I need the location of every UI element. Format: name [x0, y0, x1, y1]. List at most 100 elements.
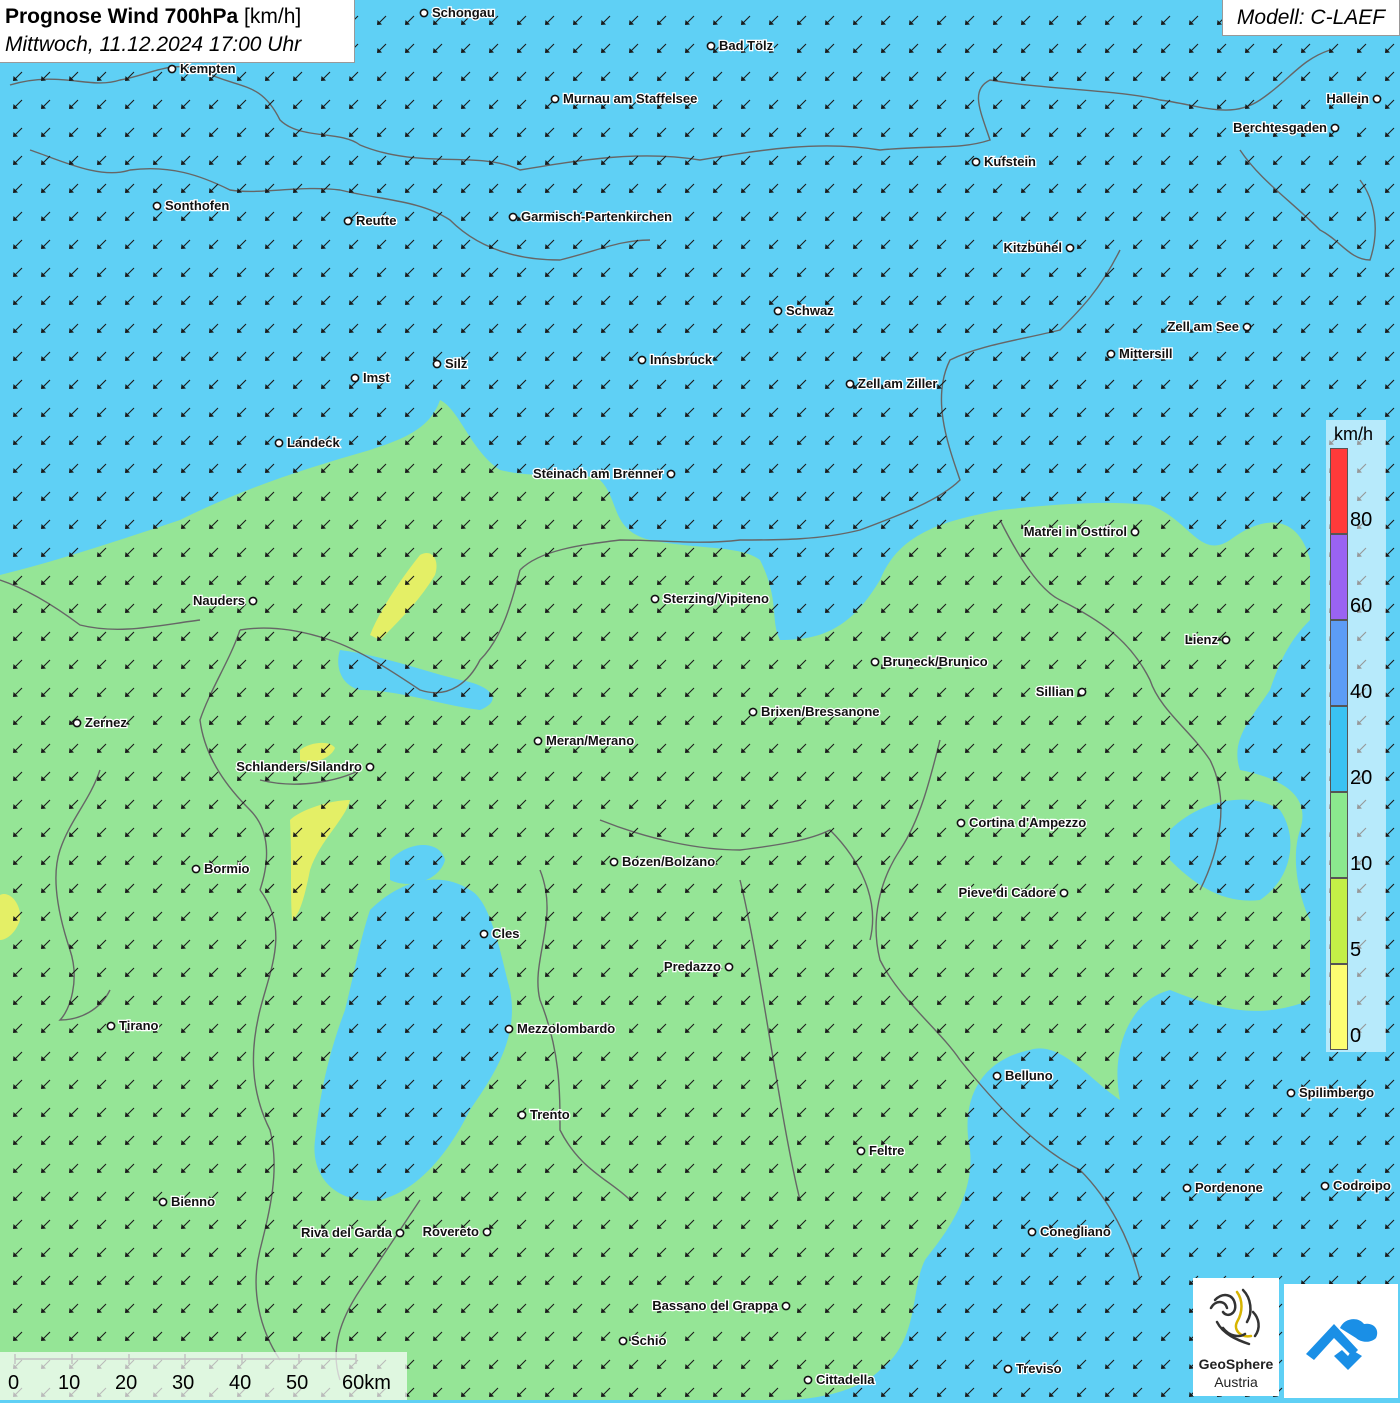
legend-bar-20 — [1330, 706, 1348, 792]
legend-bar-0 — [1330, 964, 1348, 1050]
model-label: Modell: C-LAEF — [1222, 0, 1400, 36]
city-marker: Bassano del Grappa — [651, 1297, 791, 1314]
city-dot — [1182, 1183, 1192, 1193]
city-dot — [72, 718, 82, 728]
city-label: Berchtesgaden — [1233, 120, 1327, 135]
city-label: Bruneck/Brunico — [883, 654, 988, 669]
city-label: Kitzbühel — [1004, 240, 1063, 255]
city-label: Silz — [445, 356, 468, 371]
city-label: Imst — [363, 370, 390, 385]
legend-tick: 80 — [1350, 509, 1373, 531]
weather-app-logo-icon — [1306, 1319, 1378, 1370]
city-dot — [1130, 527, 1140, 537]
city-marker: Meran/Merano — [533, 732, 635, 749]
city-marker: Sonthofen — [152, 197, 231, 214]
city-marker: Cortina d'Ampezzo — [956, 814, 1088, 831]
city-label: Hallein — [1326, 91, 1369, 106]
city-dot — [432, 359, 442, 369]
city-label: Conegliano — [1040, 1224, 1111, 1239]
forecast-datetime: Mittwoch, 11.12.2024 17:00 Uhr — [5, 33, 302, 56]
city-dot — [395, 1228, 405, 1238]
legend-tick: 60 — [1350, 595, 1373, 617]
city-label: Lienz — [1185, 632, 1219, 647]
city-dot — [1003, 1364, 1013, 1374]
city-marker: Zell am Ziller — [845, 375, 939, 392]
city-marker: Conegliano — [1027, 1223, 1112, 1240]
weather-app-logo — [1284, 1284, 1398, 1398]
geosphere-logo-icon — [1209, 1288, 1260, 1346]
city-label: Pordenone — [1195, 1180, 1263, 1195]
title-box: Prognose Wind 700hPa [km/h] Mittwoch, 11… — [0, 0, 355, 63]
city-dot — [248, 596, 258, 606]
city-label: Zell am See — [1167, 319, 1239, 334]
city-dot — [1242, 322, 1252, 332]
city-label: Trento — [530, 1107, 570, 1122]
scale-label: 60km — [342, 1372, 391, 1394]
city-dot — [1320, 1181, 1330, 1191]
city-label: Bassano del Grappa — [652, 1298, 778, 1313]
city-dot — [1106, 349, 1116, 359]
city-dot — [618, 1336, 628, 1346]
city-dot — [992, 1071, 1002, 1081]
city-label: Spilimbergo — [1299, 1085, 1374, 1100]
map-title: Prognose Wind 700hPa — [5, 5, 239, 28]
city-marker: Steinach am Brenner — [532, 465, 676, 482]
city-dot — [533, 736, 543, 746]
legend-tick: 10 — [1350, 853, 1373, 875]
city-label: Zell am Ziller — [858, 376, 937, 391]
city-label: Reutte — [356, 213, 396, 228]
city-label: Kufstein — [984, 154, 1036, 169]
city-marker: Murnau am Staffelsee — [550, 90, 699, 107]
city-dot — [482, 1227, 492, 1237]
city-label: Mittersill — [1119, 346, 1172, 361]
city-dot — [517, 1110, 527, 1120]
logo-line2: Austria — [1214, 1374, 1258, 1390]
scale-label: 40 — [229, 1372, 252, 1394]
city-dot — [1065, 243, 1075, 253]
city-label: Garmisch-Partenkirchen — [521, 209, 672, 224]
city-marker: Matrei in Osttirol — [1022, 523, 1140, 540]
city-marker: Schlanders/Silandro — [235, 758, 375, 775]
city-dot — [1330, 123, 1340, 133]
city-marker: Sterzing/Vipiteno — [650, 590, 770, 607]
city-marker: Innsbruck — [637, 351, 714, 368]
city-marker: Schongau — [419, 4, 496, 21]
logo-line1: GeoSphere — [1198, 1356, 1274, 1372]
city-dot — [343, 216, 353, 226]
city-label: Murnau am Staffelsee — [563, 91, 697, 106]
city-dot — [350, 373, 360, 383]
city-dot — [748, 707, 758, 717]
city-dot — [773, 306, 783, 316]
city-label: Kempten — [180, 61, 236, 76]
city-dot — [706, 41, 716, 51]
city-dot — [1221, 635, 1231, 645]
city-marker: Pieve di Cadore — [957, 884, 1069, 901]
legend-bar-10 — [1330, 792, 1348, 878]
city-dot — [508, 212, 518, 222]
city-dot — [167, 64, 177, 74]
scale-label: 0 — [8, 1372, 20, 1394]
scale-box: 0 10 20 30 40 50 60km — [0, 1352, 407, 1400]
city-label: Schwaz — [786, 303, 834, 318]
city-dot — [845, 379, 855, 389]
city-dot — [550, 94, 560, 104]
legend-bar-5 — [1330, 878, 1348, 964]
city-dot — [724, 962, 734, 972]
city-dot — [803, 1375, 813, 1385]
city-label: Nauders — [193, 593, 245, 608]
city-dot — [274, 438, 284, 448]
city-label: Schio — [631, 1333, 666, 1348]
city-label: Steinach am Brenner — [533, 466, 663, 481]
geosphere-logo: GeoSphere Austria — [1193, 1278, 1279, 1396]
city-marker: Cittadella — [803, 1371, 877, 1388]
city-label: Landeck — [287, 435, 341, 450]
city-label: Schlanders/Silandro — [236, 759, 362, 774]
city-dot — [856, 1146, 866, 1156]
legend-unit: km/h — [1334, 424, 1374, 444]
wind-map: Schongau Bad Tölz Kempten Murnau am Staffel… — [0, 0, 1400, 1400]
city-label: Treviso — [1016, 1361, 1062, 1376]
city-label: Bad Tölz — [719, 38, 774, 53]
city-label: Belluno — [1005, 1068, 1053, 1083]
legend-tick: 0 — [1350, 1025, 1362, 1047]
legend-tick: 20 — [1350, 767, 1373, 789]
